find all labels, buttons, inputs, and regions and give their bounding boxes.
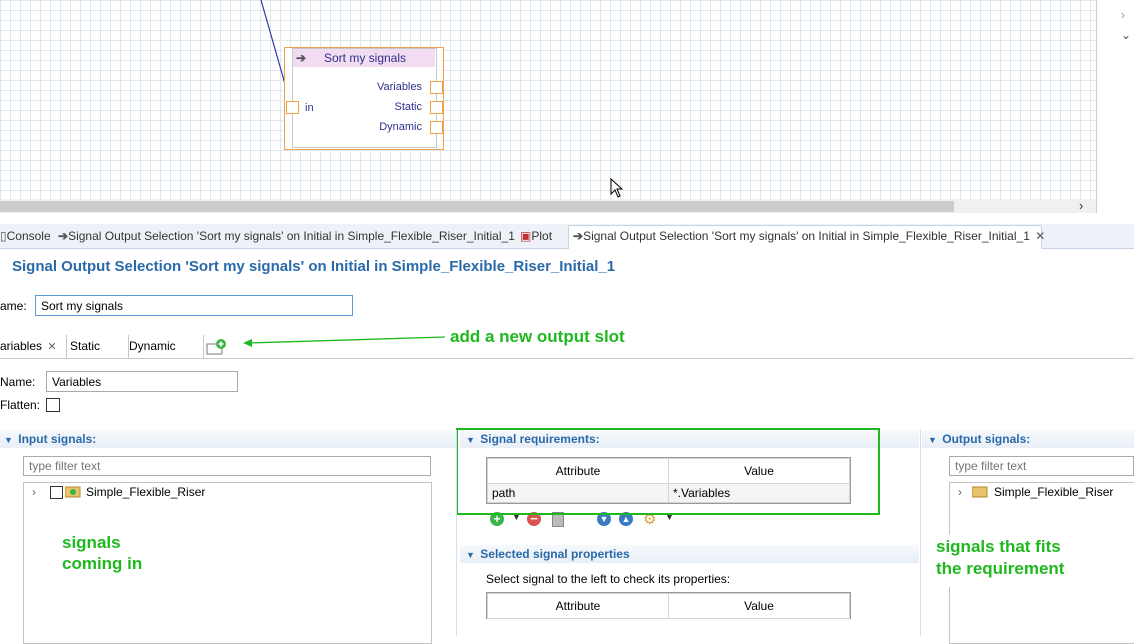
panel-separator [456, 430, 457, 636]
flatten-checkbox[interactable] [46, 398, 60, 412]
plot-icon: ▣ [520, 229, 532, 243]
connection-svg [260, 0, 291, 100]
input-tree-item-label[interactable]: Simple_Flexible_Riser [86, 485, 205, 499]
folder-icon [65, 486, 81, 498]
collapse-triangle-icon: ▼ [928, 435, 937, 445]
add-slot-button[interactable] [204, 337, 230, 356]
tree-item-checkbox[interactable] [50, 486, 63, 499]
tab-signal-output-selection-1[interactable]: ➔Signal Output Selection 'Sort my signal… [58, 226, 515, 246]
node-name-field[interactable] [35, 295, 353, 316]
selected-properties-hint: Select signal to the left to check its p… [486, 572, 731, 586]
slot-tab-dynamic[interactable]: Dynamic [125, 335, 204, 358]
input-port-label: in [305, 102, 314, 114]
flatten-label: Flatten: [0, 398, 41, 412]
node-title: Sort my signals [324, 51, 407, 65]
scroll-right-icon[interactable]: › [1121, 8, 1125, 22]
output-port-dynamic[interactable] [430, 121, 443, 134]
close-tab-icon[interactable]: ✕ [1035, 229, 1045, 243]
scroll-down-icon[interactable]: ⌄ [1121, 28, 1131, 42]
console-icon: ▯ [0, 229, 7, 243]
page-title: Signal Output Selection 'Sort my signals… [12, 258, 616, 275]
arrow-icon: ➔ [573, 229, 584, 243]
output-tree-item-label[interactable]: Simple_Flexible_Riser [994, 485, 1113, 499]
output-port-label-variables: Variables [376, 81, 422, 93]
output-port-static[interactable] [430, 101, 443, 114]
output-signals-filter[interactable] [949, 456, 1134, 476]
output-port-label-static: Static [394, 101, 422, 113]
horizontal-scrollbar-thumb[interactable] [0, 201, 954, 212]
panel-separator [920, 430, 921, 636]
folder-icon [972, 486, 988, 498]
collapse-triangle-icon: ▼ [4, 435, 13, 445]
selected-signal-properties-header[interactable]: ▼ Selected signal properties [460, 545, 919, 563]
output-port-variables[interactable] [430, 81, 443, 94]
close-slot-icon[interactable]: ✕ [47, 341, 56, 353]
slot-tab-variables[interactable]: ariables ✕ [0, 335, 67, 358]
annotation-add-slot: add a new output slot [450, 327, 625, 346]
properties-attribute-column[interactable]: Attribute [487, 593, 669, 619]
expand-arrow-icon[interactable]: › [32, 485, 36, 499]
properties-value-column[interactable]: Value [668, 593, 850, 619]
mouse-cursor-icon [610, 178, 624, 198]
requirements-highlight-box [456, 428, 880, 515]
annotation-arrow [243, 336, 446, 347]
input-signals-header[interactable]: ▼ Input signals: [0, 430, 456, 448]
slot-name-label: Name: [0, 375, 36, 389]
tab-console[interactable]: ▯Console [0, 226, 52, 246]
arrow-icon: ➔ [58, 229, 69, 243]
tab-signal-output-selection-active[interactable]: ➔Signal Output Selection 'Sort my signal… [568, 225, 1045, 249]
selected-properties-table[interactable]: Attribute Value [486, 592, 851, 619]
expand-arrow-icon[interactable]: › [958, 485, 962, 499]
annotation-fits-line2: the requirement [936, 559, 1065, 578]
tab-plot[interactable]: ▣Plot [520, 226, 566, 246]
name-label: ame: [0, 299, 27, 313]
slot-name-field[interactable] [46, 371, 238, 392]
annotation-fits-line1: signals that fits [936, 537, 1061, 556]
slot-tab-divider [0, 358, 1134, 359]
add-slot-icon [206, 339, 226, 355]
annotation-signals-in-line2: coming in [62, 554, 143, 573]
node-arrow-icon: ➔ [296, 51, 307, 65]
input-signals-filter[interactable] [23, 456, 431, 476]
annotation-signals-in-line1: signals [62, 533, 121, 552]
input-port[interactable] [286, 101, 299, 114]
slot-tab-static[interactable]: Static [66, 335, 129, 358]
output-signals-header[interactable]: ▼ Output signals: [922, 430, 1134, 448]
collapse-triangle-icon: ▼ [466, 550, 475, 560]
output-port-label-dynamic: Dynamic [379, 121, 422, 133]
scroll-right-arrow-icon[interactable]: › [1079, 198, 1083, 213]
